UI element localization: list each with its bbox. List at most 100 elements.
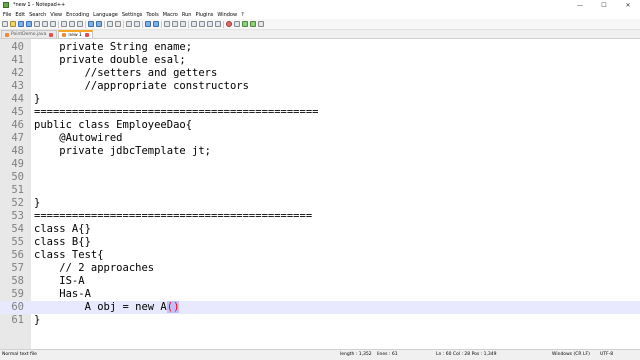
current-code-line[interactable]: 60 A obj = new A() [0,301,640,314]
code-line[interactable]: 58 IS-A [0,275,640,288]
sync-vertical-icon[interactable] [145,21,151,27]
playback-macro-icon[interactable] [242,21,248,27]
close-tab-icon[interactable] [84,33,89,37]
code-line[interactable]: 46 public class EmployeeDao{ [0,119,640,132]
brace-match-highlight: () [166,301,180,313]
save-icon[interactable] [18,21,24,27]
code-line[interactable]: 47 @Autowired [0,132,640,145]
toolbar-separator [223,20,224,28]
tab-new-1[interactable]: new 1 [58,30,93,38]
zoom-out-icon[interactable] [134,21,140,27]
line-number: 61 [11,314,24,326]
code-line[interactable]: 42 //setters and getters [0,67,640,80]
menu-settings[interactable]: Settings [122,12,143,18]
code-text-content: @Autowired [34,132,123,144]
redo-icon[interactable] [96,21,102,27]
menu-file[interactable]: File [3,12,11,18]
close-button[interactable]: ✕ [616,0,640,10]
code-text: A obj = new A() [34,301,180,314]
code-line[interactable]: 48 private jdbcTemplate jt; [0,145,640,158]
record-macro-icon[interactable] [226,21,232,27]
menu-encoding[interactable]: Encoding [66,12,89,18]
menu-run[interactable]: Run [182,12,192,18]
text-editor[interactable]: 40 private String ename; 41 private doubl… [0,39,640,349]
code-text-content: //appropriate constructors [34,80,249,92]
line-number: 40 [11,41,24,53]
toolbar-separator [85,20,86,28]
code-line[interactable]: 41 private double esal; [0,54,640,67]
copy-icon[interactable] [69,21,75,27]
monitoring-icon[interactable] [215,21,221,27]
tab-bar: PointDemo.java new 1 [0,30,640,39]
word-wrap-icon[interactable] [164,21,170,27]
code-line[interactable]: 54 class A{} [0,223,640,236]
save-all-icon[interactable] [26,21,32,27]
replace-icon[interactable] [115,21,121,27]
code-text-content: //setters and getters [34,67,218,79]
line-number: 56 [11,249,24,261]
maximize-button[interactable]: ☐ [592,0,616,10]
sync-horizontal-icon[interactable] [153,21,159,27]
function-list-icon[interactable] [199,21,205,27]
find-icon[interactable] [107,21,113,27]
menu-help[interactable]: ? [241,12,244,18]
code-text: @Autowired [34,132,123,145]
code-line[interactable]: 56 class Test{ [0,249,640,262]
paste-icon[interactable] [77,21,83,27]
code-line[interactable]: 45 ======================================… [0,106,640,119]
document-map-icon[interactable] [191,21,197,27]
code-text-content: } [34,197,41,209]
code-line[interactable]: 52} [0,197,640,210]
line-number: 60 [11,301,24,313]
status-file-type: Normal text file [2,352,37,357]
code-text: class Test{ [34,249,104,262]
code-line[interactable]: 61} [0,314,640,327]
close-tab-icon[interactable] [49,32,54,37]
code-line[interactable]: 51 [0,184,640,197]
menu-plugins[interactable]: Plugins [195,12,213,18]
code-line[interactable]: 50 [0,171,640,184]
close-all-icon[interactable] [42,21,48,27]
code-text-content: A obj = new A [34,301,167,313]
notepadpp-app-icon [3,2,9,8]
open-file-icon[interactable] [10,21,16,27]
new-file-icon[interactable] [2,21,8,27]
code-line[interactable]: 57 // 2 approaches [0,262,640,275]
menu-language[interactable]: Language [93,12,118,18]
menu-tools[interactable]: Tools [146,12,158,18]
code-line[interactable]: 40 private String ename; [0,41,640,54]
undo-icon[interactable] [88,21,94,27]
zoom-in-icon[interactable] [126,21,132,27]
stop-recording-icon[interactable] [234,21,240,27]
indent-guide-icon[interactable] [180,21,186,27]
print-icon[interactable] [50,21,56,27]
status-encoding: UTF-8 [600,352,614,357]
code-line[interactable]: 53 ======================================… [0,210,640,223]
code-line[interactable]: 59 Has-A [0,288,640,301]
menu-macro[interactable]: Macro [163,12,178,18]
show-all-characters-icon[interactable] [172,21,178,27]
line-number: 44 [11,93,24,105]
run-macro-multiple-icon[interactable] [250,21,256,27]
menu-view[interactable]: View [50,12,62,18]
code-text: private String ename; [34,41,192,54]
menu-search[interactable]: Search [29,12,46,18]
folder-as-workspace-icon[interactable] [207,21,213,27]
menu-edit[interactable]: Edit [15,12,25,18]
tab-pointdemo-java[interactable]: PointDemo.java [1,30,58,38]
code-text-content: class B{} [34,236,91,248]
code-text: } [34,93,40,106]
toolbar-separator [58,20,59,28]
menu-window[interactable]: Window [217,12,237,18]
minimize-button[interactable]: — [568,0,592,10]
code-line[interactable]: 43 //appropriate constructors [0,80,640,93]
save-macro-icon[interactable] [258,21,264,27]
line-number: 46 [11,119,24,131]
code-line[interactable]: 49 [0,158,640,171]
code-line[interactable]: 55 class B{} [0,236,640,249]
close-file-icon[interactable] [34,21,40,27]
cut-icon[interactable] [61,21,67,27]
status-bar: Normal text file length : 1,352 lines : … [0,349,640,360]
code-line[interactable]: 44} [0,93,640,106]
file-saved-icon [5,32,9,37]
